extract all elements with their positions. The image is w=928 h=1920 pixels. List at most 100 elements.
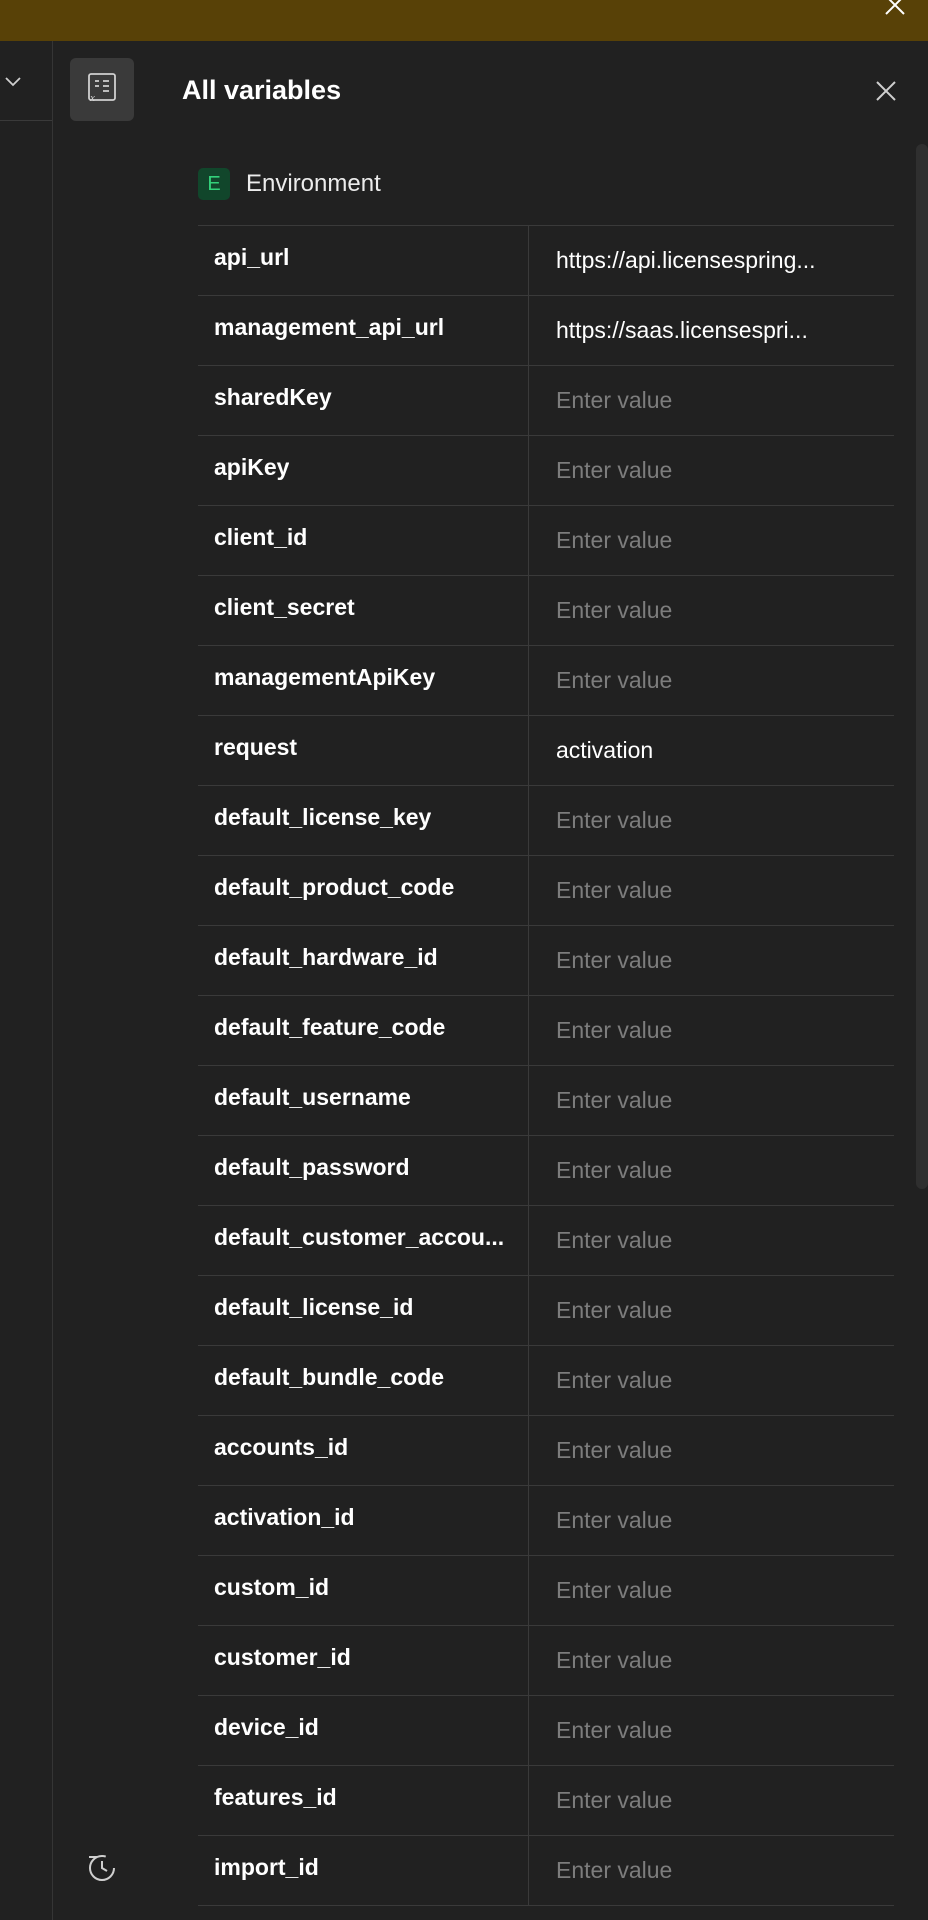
table-row: api_url https://api.licensespring... bbox=[198, 226, 894, 296]
variable-key-cell[interactable]: default_customer_accou... bbox=[198, 1206, 529, 1275]
variable-value-field[interactable]: https://saas.licensespri... bbox=[529, 296, 894, 365]
variable-key-cell[interactable]: customer_id bbox=[198, 1626, 529, 1695]
variable-value-placeholder: Enter value bbox=[556, 1227, 673, 1253]
table-row: managementApiKey Enter value bbox=[198, 646, 894, 716]
variable-key-cell[interactable]: sharedKey bbox=[198, 366, 529, 435]
variable-key-cell[interactable]: default_password bbox=[198, 1136, 529, 1205]
variable-key: customer_id bbox=[214, 1644, 351, 1670]
variable-value-field[interactable]: Enter value bbox=[529, 1626, 894, 1695]
variable-value-placeholder: Enter value bbox=[556, 1437, 673, 1463]
variable-value-placeholder: Enter value bbox=[556, 1157, 673, 1183]
environment-section-header: E Environment bbox=[198, 168, 381, 200]
variable-value-field[interactable]: Enter value bbox=[529, 856, 894, 925]
table-row: sharedKey Enter value bbox=[198, 366, 894, 436]
left-sidebar bbox=[0, 41, 53, 1920]
variable-key-cell[interactable]: client_secret bbox=[198, 576, 529, 645]
variable-key-cell[interactable]: default_license_id bbox=[198, 1276, 529, 1345]
variable-key-cell[interactable]: import_id bbox=[198, 1836, 529, 1905]
variable-value-field[interactable]: Enter value bbox=[529, 926, 894, 995]
variable-key-cell[interactable]: accounts_id bbox=[198, 1416, 529, 1485]
variable-key-cell[interactable]: api_url bbox=[198, 226, 529, 295]
variable-key-cell[interactable]: managementApiKey bbox=[198, 646, 529, 715]
svg-text:x: x bbox=[89, 92, 95, 102]
variable-value-field[interactable]: Enter value bbox=[529, 1416, 894, 1485]
variable-value-field[interactable]: activation bbox=[529, 716, 894, 785]
variable-key-cell[interactable]: activation_id bbox=[198, 1486, 529, 1555]
variables-tool-button[interactable]: x bbox=[70, 58, 134, 121]
variable-value-placeholder: Enter value bbox=[556, 1297, 673, 1323]
variable-value-field[interactable]: Enter value bbox=[529, 366, 894, 435]
variable-value-placeholder: Enter value bbox=[556, 597, 673, 623]
variable-key-cell[interactable]: apiKey bbox=[198, 436, 529, 505]
variable-key-cell[interactable]: default_hardware_id bbox=[198, 926, 529, 995]
variable-key-cell[interactable]: features_id bbox=[198, 1766, 529, 1835]
variable-value-placeholder: Enter value bbox=[556, 1717, 673, 1743]
table-row: activation_id Enter value bbox=[198, 1486, 894, 1556]
variable-value-field[interactable]: Enter value bbox=[529, 506, 894, 575]
variable-value-field[interactable]: Enter value bbox=[529, 1066, 894, 1135]
variable-key: default_license_key bbox=[214, 804, 432, 830]
variable-key-cell[interactable]: default_license_key bbox=[198, 786, 529, 855]
variable-key-cell[interactable]: default_bundle_code bbox=[198, 1346, 529, 1415]
table-row: client_id Enter value bbox=[198, 506, 894, 576]
variable-value-placeholder: Enter value bbox=[556, 877, 673, 903]
close-icon[interactable] bbox=[882, 0, 908, 18]
variable-value-placeholder: Enter value bbox=[556, 1507, 673, 1533]
variable-value-field[interactable]: Enter value bbox=[529, 1836, 894, 1905]
variables-table: api_url https://api.licensespring... manag… bbox=[198, 225, 894, 1906]
variable-value-field[interactable]: Enter value bbox=[529, 1696, 894, 1765]
variable-value-field[interactable]: Enter value bbox=[529, 1346, 894, 1415]
table-row: device_id Enter value bbox=[198, 1696, 894, 1766]
variable-key: default_bundle_code bbox=[214, 1364, 445, 1390]
variable-key-cell[interactable]: default_product_code bbox=[198, 856, 529, 925]
table-row: accounts_id Enter value bbox=[198, 1416, 894, 1486]
table-row: default_password Enter value bbox=[198, 1136, 894, 1206]
table-row: default_feature_code Enter value bbox=[198, 996, 894, 1066]
close-icon[interactable] bbox=[872, 77, 900, 105]
variable-value-placeholder: Enter value bbox=[556, 1647, 673, 1673]
variable-value-field[interactable]: Enter value bbox=[529, 1206, 894, 1275]
variable-key-cell[interactable]: default_username bbox=[198, 1066, 529, 1135]
table-row: import_id Enter value bbox=[198, 1836, 894, 1906]
variable-value-field[interactable]: Enter value bbox=[529, 1766, 894, 1835]
variable-value-field[interactable]: Enter value bbox=[529, 576, 894, 645]
variable-key-cell[interactable]: request bbox=[198, 716, 529, 785]
variable-value-field[interactable]: Enter value bbox=[529, 996, 894, 1065]
variable-value-placeholder: Enter value bbox=[556, 1577, 673, 1603]
variable-key-cell[interactable]: management_api_url bbox=[198, 296, 529, 365]
variable-key-cell[interactable]: custom_id bbox=[198, 1556, 529, 1625]
table-row: request activation bbox=[198, 716, 894, 786]
variable-value-field[interactable]: Enter value bbox=[529, 1486, 894, 1555]
variable-key: sharedKey bbox=[214, 384, 332, 410]
variable-key: client_id bbox=[214, 524, 308, 550]
variable-key-cell[interactable]: device_id bbox=[198, 1696, 529, 1765]
variable-key: device_id bbox=[214, 1714, 319, 1740]
variable-value-field[interactable]: Enter value bbox=[529, 1276, 894, 1345]
variable-value-field[interactable]: Enter value bbox=[529, 646, 894, 715]
variable-key-cell[interactable]: default_feature_code bbox=[198, 996, 529, 1065]
variable-key: custom_id bbox=[214, 1574, 330, 1600]
variable-value-placeholder: Enter value bbox=[556, 1787, 673, 1813]
variable-value-placeholder: Enter value bbox=[556, 387, 673, 413]
variable-key: apiKey bbox=[214, 454, 290, 480]
table-row: features_id Enter value bbox=[198, 1766, 894, 1836]
variable-value-field[interactable]: Enter value bbox=[529, 436, 894, 505]
scrollbar[interactable] bbox=[916, 144, 928, 1189]
variable-key: accounts_id bbox=[214, 1434, 349, 1460]
sidebar-divider bbox=[0, 120, 52, 121]
variable-value-field[interactable]: https://api.licensespring... bbox=[529, 226, 894, 295]
variable-value-field[interactable]: Enter value bbox=[529, 786, 894, 855]
variable-value-field[interactable]: Enter value bbox=[529, 1556, 894, 1625]
variable-key-cell[interactable]: client_id bbox=[198, 506, 529, 575]
variable-value-field[interactable]: Enter value bbox=[529, 1136, 894, 1205]
variable-key: default_username bbox=[214, 1084, 411, 1110]
variable-value: https://api.licensespring... bbox=[556, 247, 816, 273]
variable-value-placeholder: Enter value bbox=[556, 947, 673, 973]
table-row: customer_id Enter value bbox=[198, 1626, 894, 1696]
variable-value-placeholder: Enter value bbox=[556, 1017, 673, 1043]
variable-value-placeholder: Enter value bbox=[556, 527, 673, 553]
history-icon[interactable] bbox=[84, 1850, 120, 1886]
variable-key: api_url bbox=[214, 244, 290, 270]
variable-key: client_secret bbox=[214, 594, 355, 620]
chevron-down-icon[interactable] bbox=[4, 73, 22, 91]
